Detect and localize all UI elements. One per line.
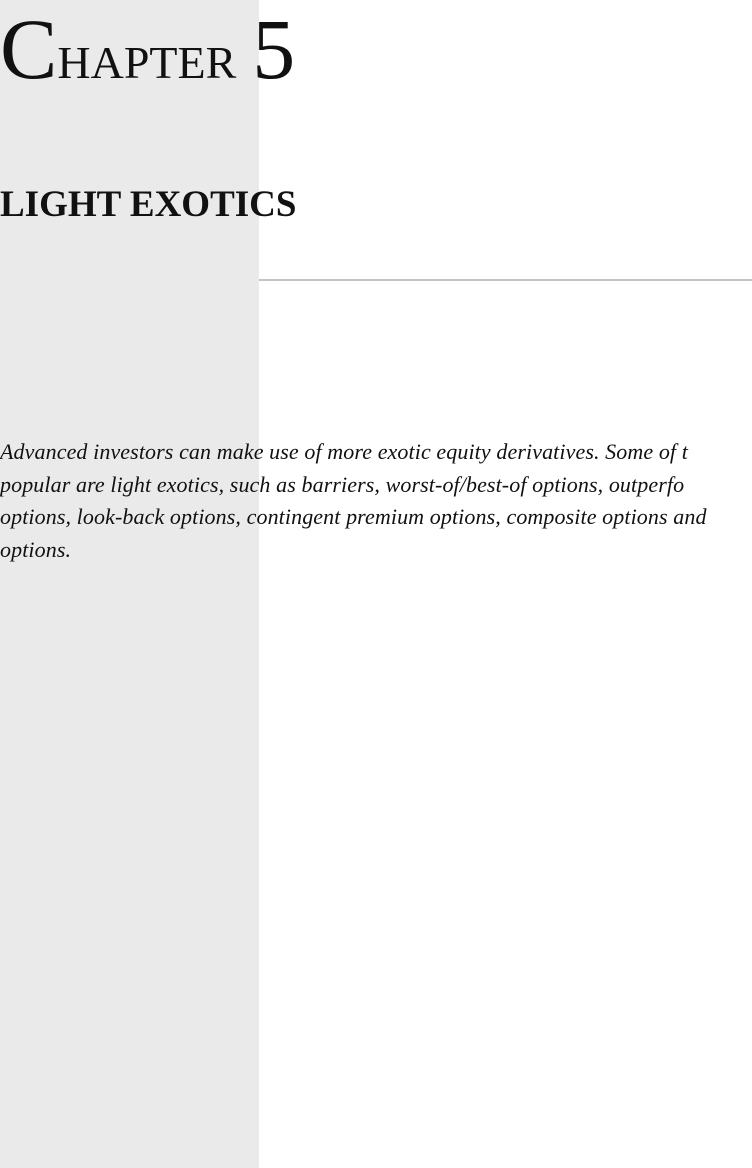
divider-line xyxy=(259,279,752,281)
abstract-line: options, look-back options, contingent p… xyxy=(0,504,707,529)
side-panel xyxy=(0,0,259,1168)
chapter-label-rest: HAPTER xyxy=(57,37,237,88)
chapter-label-initial: C xyxy=(0,1,58,97)
abstract-line: options. xyxy=(0,536,72,562)
abstract-paragraph: Advanced investors can make use of more … xyxy=(0,436,752,566)
abstract-line: popular are light exotics, such as barri… xyxy=(0,471,685,497)
chapter-title: LIGHT EXOTICS xyxy=(0,184,297,225)
abstract-line: Advanced investors can make use of more … xyxy=(0,439,688,464)
chapter-number: 5 xyxy=(252,1,296,97)
chapter-heading: CHAPTER 5 xyxy=(0,6,295,92)
